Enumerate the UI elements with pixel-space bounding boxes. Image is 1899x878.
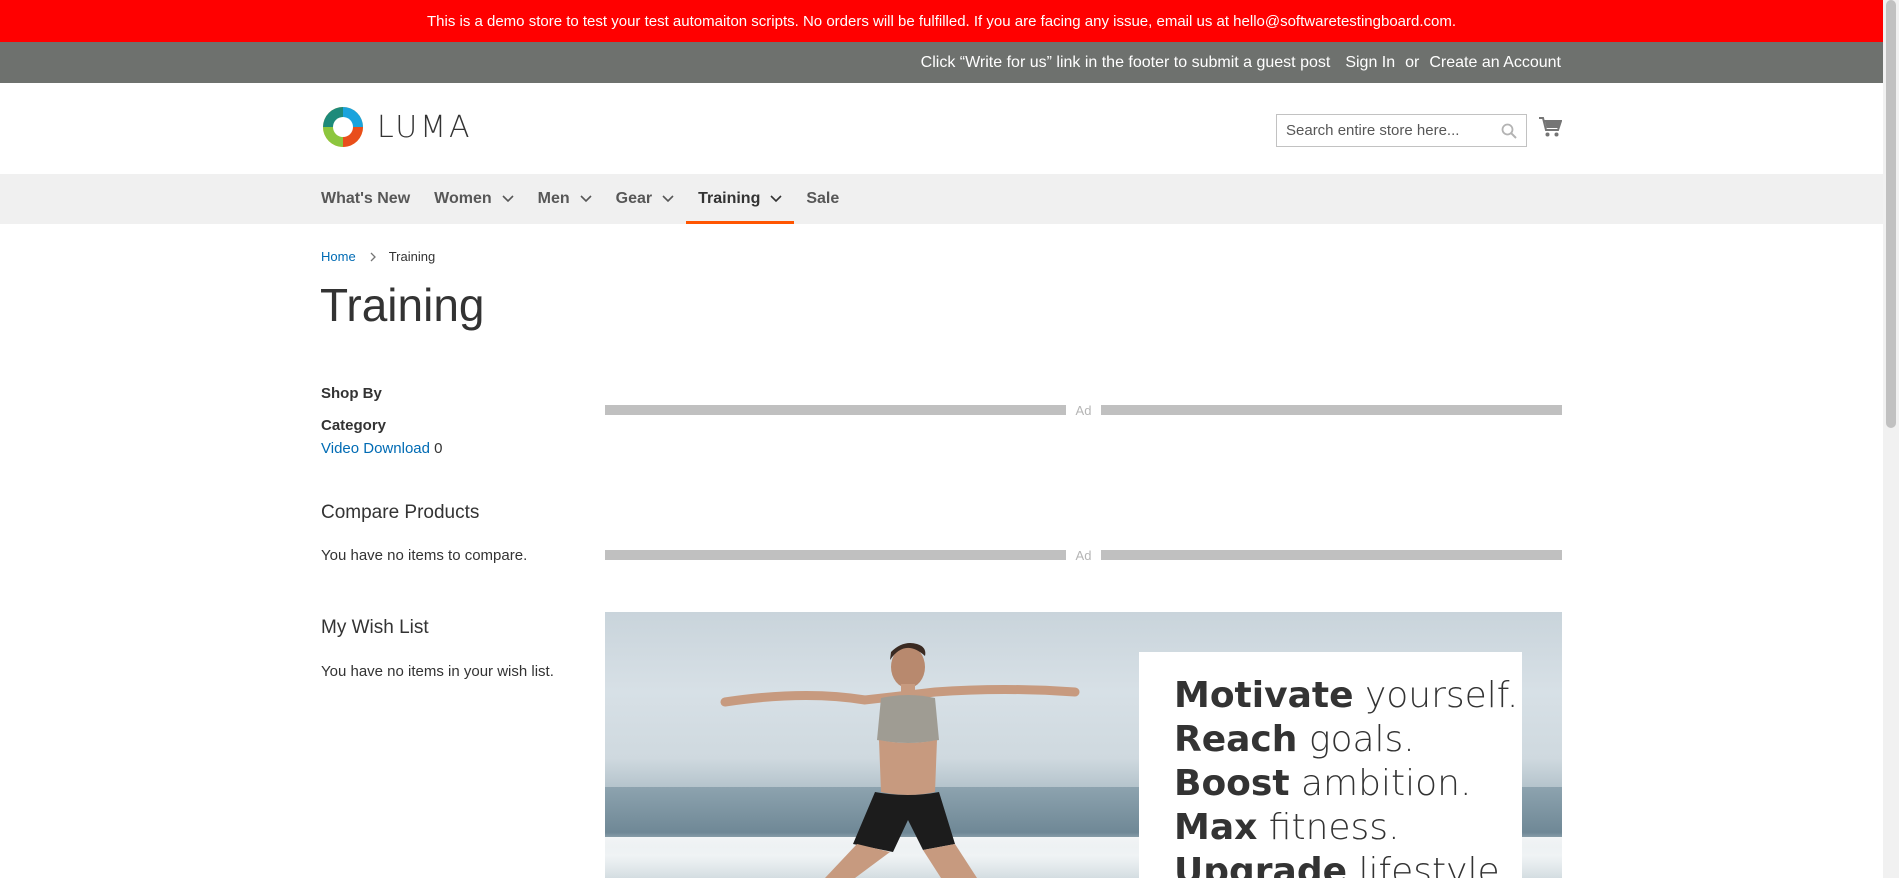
search-input[interactable]: [1286, 115, 1496, 146]
compare-products-empty-text: You have no items to compare.: [321, 547, 528, 564]
chevron-down-icon: [580, 195, 592, 203]
breadcrumb: Home Training: [321, 249, 435, 264]
banner-line: Max fitness.: [1174, 807, 1400, 848]
chevron-down-icon: [770, 195, 782, 203]
ad-divider-line: [605, 405, 1066, 415]
demo-notice-text: This is a demo store to test your test a…: [426, 12, 1457, 30]
search-box: [1276, 114, 1527, 147]
create-account-link[interactable]: Create an Account: [1429, 54, 1561, 72]
compare-products-title: Compare Products: [321, 502, 480, 523]
main-navigation: What's New Women Men Gear Training Sale: [0, 174, 1883, 224]
shopping-cart-icon[interactable]: [1538, 116, 1562, 138]
luma-logo[interactable]: LUMA: [321, 105, 473, 149]
nav-item-label: Training: [698, 190, 761, 207]
banner-line: Upgrade lifestyle.: [1174, 851, 1512, 878]
nav-item-training[interactable]: Training: [686, 174, 795, 224]
wishlist-title: My Wish List: [321, 617, 429, 638]
ad-divider-line: [1101, 405, 1562, 415]
nav-item-label: Gear: [615, 190, 653, 207]
sidebar: Shop By Category Video Download 0 Compar…: [321, 385, 581, 680]
nav-item-men[interactable]: Men: [526, 174, 604, 224]
training-promo-banner[interactable]: Motivate yourself. Reach goals. Boost am…: [605, 612, 1562, 878]
chevron-right-icon: [370, 252, 376, 261]
demo-notice-bar: This is a demo store to test your test a…: [0, 0, 1883, 42]
category-count: 0: [434, 440, 443, 457]
page-scrollbar[interactable]: [1883, 0, 1899, 878]
category-filter-title[interactable]: Category: [321, 417, 581, 434]
breadcrumb-current: Training: [388, 249, 436, 264]
header-links: Click “Write for us” link in the footer …: [921, 42, 1561, 83]
chevron-down-icon: [502, 195, 514, 203]
ad-label: Ad: [1075, 402, 1092, 418]
nav-item-label: Sale: [806, 190, 840, 207]
ad-divider-line: [605, 550, 1066, 560]
breadcrumb-home-link[interactable]: Home: [321, 249, 356, 264]
sign-in-link[interactable]: Sign In: [1345, 54, 1395, 72]
nav-item-women[interactable]: Women: [422, 174, 525, 224]
shop-by-heading: Shop By: [321, 385, 382, 402]
banner-line: Boost ambition.: [1174, 763, 1472, 804]
nav-item-label: What's New: [321, 190, 411, 207]
nav-item-gear[interactable]: Gear: [604, 174, 686, 224]
nav-item-label: Women: [434, 190, 492, 207]
scrollbar-thumb[interactable]: [1886, 0, 1896, 428]
ad-divider-line: [1101, 550, 1562, 560]
guest-post-text: Click “Write for us” link in the footer …: [920, 53, 1331, 71]
page-title: Training: [320, 279, 485, 331]
ad-placeholder-top: Ad: [605, 402, 1562, 418]
ad-placeholder-bottom: Ad: [605, 547, 1562, 563]
or-separator: or: [1405, 53, 1420, 71]
search-icon[interactable]: [1501, 123, 1517, 139]
nav-item-label: Men: [537, 190, 570, 207]
banner-text-card: Motivate yourself. Reach goals. Boost am…: [1139, 652, 1522, 878]
wishlist-empty-text: You have no items in your wish list.: [321, 663, 554, 680]
chevron-down-icon: [662, 195, 674, 203]
nav-item-whats-new[interactable]: What's New: [321, 174, 422, 224]
category-video-download-link[interactable]: Video Download: [321, 440, 430, 457]
logo-text: LUMA: [377, 109, 473, 145]
category-filter-item: Video Download 0: [321, 440, 581, 457]
site-header: LUMA: [0, 83, 1883, 174]
banner-line: Reach goals.: [1174, 719, 1415, 760]
nav-item-sale[interactable]: Sale: [794, 174, 851, 224]
ad-label: Ad: [1075, 547, 1092, 563]
banner-line: Motivate yourself.: [1174, 675, 1519, 716]
luma-logo-icon: [323, 107, 363, 147]
top-panel: Click “Write for us” link in the footer …: [0, 42, 1883, 83]
